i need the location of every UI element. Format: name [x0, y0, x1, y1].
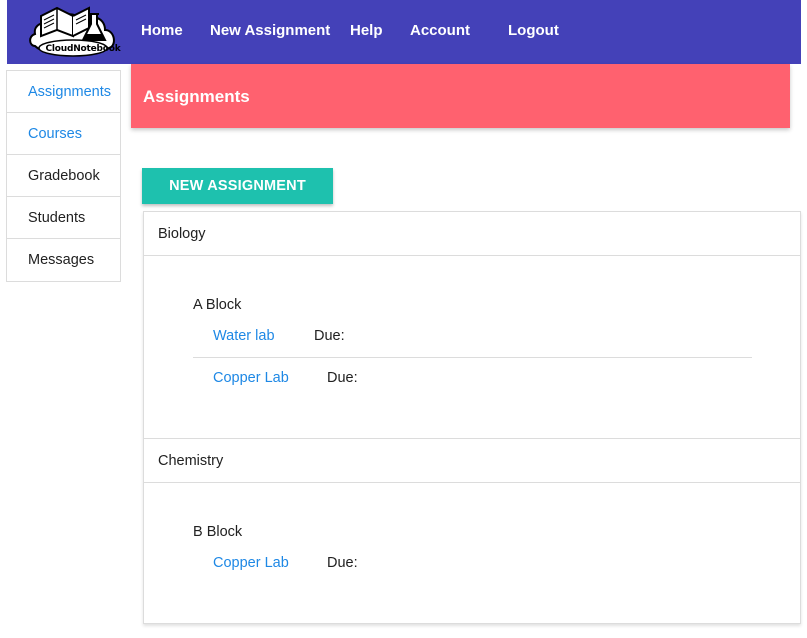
- nav-home-link[interactable]: Home: [141, 22, 183, 39]
- courses-panel: Biology A Block Water lab Due: Copper La…: [143, 211, 801, 624]
- new-assignment-button[interactable]: NEW ASSIGNMENT: [142, 168, 333, 204]
- page-title: Assignments: [143, 87, 250, 106]
- sidebar-item-assignments[interactable]: Assignments: [7, 71, 120, 113]
- sidebar-item-gradebook[interactable]: Gradebook: [7, 155, 120, 197]
- logo-text: CloudNotebook: [45, 44, 121, 54]
- assignment-link-water-lab[interactable]: Water lab: [213, 328, 275, 344]
- row-divider: [193, 357, 752, 358]
- sidebar-item-students[interactable]: Students: [7, 197, 120, 239]
- block-label: B Block: [193, 524, 243, 540]
- due-label: Due:: [327, 370, 358, 386]
- cloudnotebook-logo[interactable]: CloudNotebook: [27, 2, 121, 60]
- nav-logout-link[interactable]: Logout: [508, 22, 559, 39]
- course-header-chemistry[interactable]: Chemistry: [144, 439, 800, 483]
- course-header-biology[interactable]: Biology: [144, 212, 800, 256]
- due-label: Due:: [314, 328, 345, 344]
- assignment-link-copper-lab[interactable]: Copper Lab: [213, 370, 289, 386]
- assignment-link-copper-lab[interactable]: Copper Lab: [213, 555, 289, 571]
- sidebar-item-messages[interactable]: Messages: [7, 239, 120, 281]
- page-header-banner: Assignments: [131, 64, 790, 128]
- nav-help-link[interactable]: Help: [350, 22, 383, 39]
- sidebar-item-courses[interactable]: Courses: [7, 113, 120, 155]
- nav-account-link[interactable]: Account: [410, 22, 470, 39]
- nav-new-assignment-link[interactable]: New Assignment: [210, 22, 330, 39]
- sidebar-menu: Assignments Courses Gradebook Students M…: [6, 70, 121, 282]
- block-label: A Block: [193, 297, 242, 313]
- due-label: Due:: [327, 555, 358, 571]
- top-nav-bar: CloudNotebook Home New Assignment Help A…: [7, 0, 801, 64]
